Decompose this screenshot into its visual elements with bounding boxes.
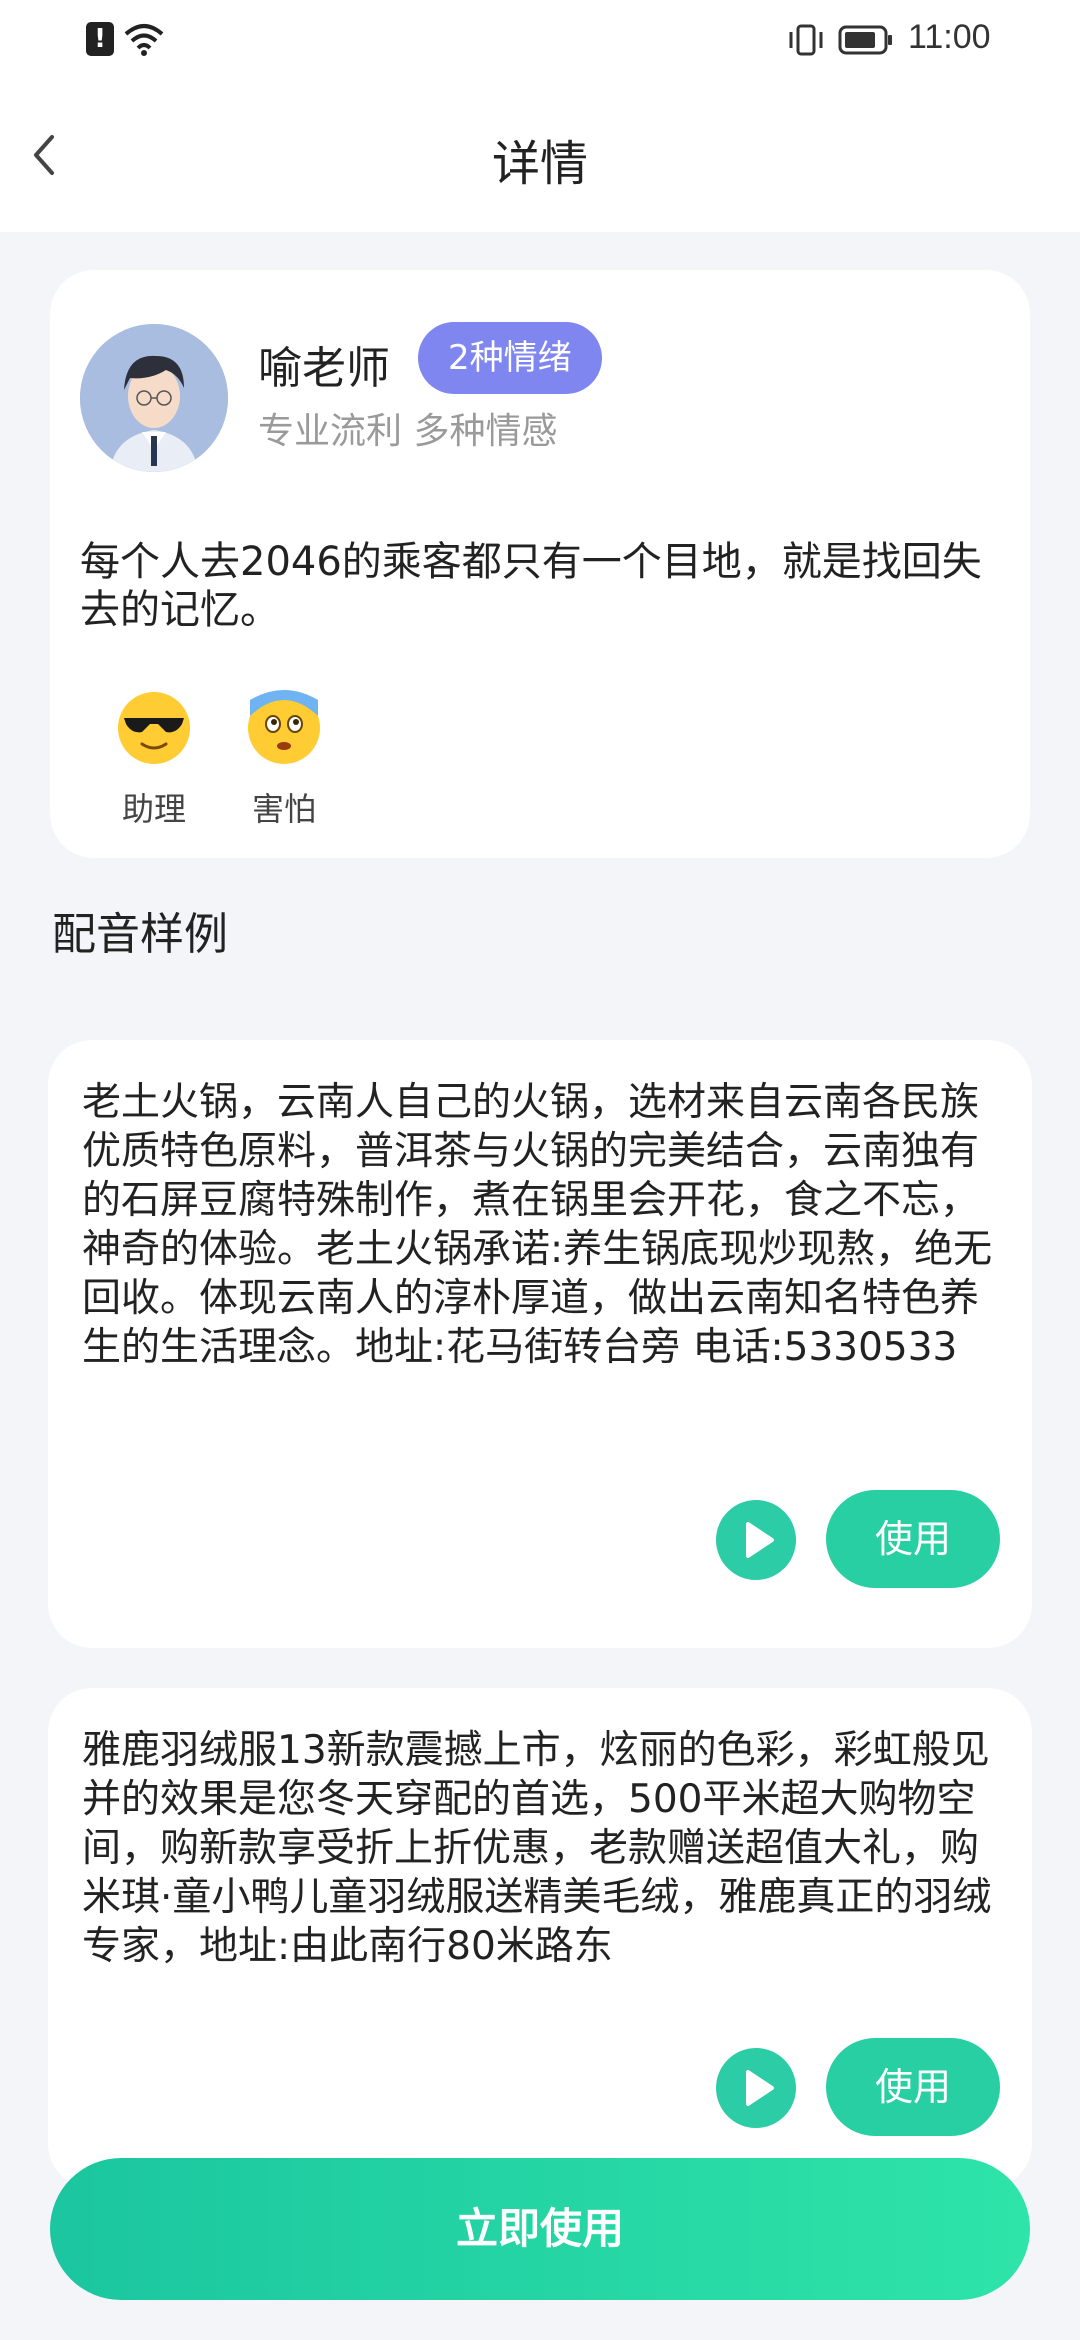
status-time: 11:00 <box>908 18 991 56</box>
emotion-count-badge: 2种情绪 <box>418 322 602 394</box>
section-title: 配音样例 <box>52 909 228 960</box>
fearful-emoji-icon <box>248 690 320 764</box>
voice-description: 专业流利 多种情感 <box>258 411 558 452</box>
emotion-item-assistant[interactable]: 助理 <box>98 690 210 830</box>
emotion-label: 助理 <box>121 790 186 828</box>
sample-text: 老土火锅，云南人自己的火锅，选材来自云南各民族优质特色原料，普洱茶与火锅的完美结… <box>82 1080 993 1370</box>
use-button[interactable]: 使用 <box>826 2038 1000 2136</box>
sample-card: 雅鹿羽绒服13新款震撼上市，炫丽的色彩，彩虹般见并的效果是您冬天穿配的首选，50… <box>48 1688 1032 2188</box>
use-button[interactable]: 使用 <box>826 1490 1000 1588</box>
page-title: 详情 <box>491 136 588 192</box>
wifi-icon <box>124 24 164 56</box>
vibrate-icon <box>789 24 823 56</box>
profile-quote: 每个人去2046的乘客都只有一个目地，就是找回失去的记忆。 <box>80 539 982 633</box>
use-now-button[interactable]: 立即使用 <box>50 2158 1030 2300</box>
status-bar: 11:00 <box>0 0 1080 80</box>
sunglasses-emoji-icon <box>118 692 190 764</box>
emotion-item-fear[interactable]: 害怕 <box>228 690 340 830</box>
emotion-label: 害怕 <box>251 790 316 828</box>
play-button[interactable] <box>716 2048 796 2128</box>
profile-card: 喻老师 2种情绪 专业流利 多种情感 每个人去2046的乘客都只有一个目地，就是… <box>50 270 1030 858</box>
play-icon <box>746 2070 774 2106</box>
teacher-name: 喻老师 <box>258 343 390 394</box>
avatar <box>80 324 228 472</box>
play-icon <box>746 1522 774 1558</box>
battery-icon <box>838 25 892 55</box>
navigation-bar: 详情 <box>0 80 1080 232</box>
alert-icon <box>86 22 114 56</box>
sample-text: 雅鹿羽绒服13新款震撼上市，炫丽的色彩，彩虹般见并的效果是您冬天穿配的首选，50… <box>82 1728 992 1969</box>
sample-card: 老土火锅，云南人自己的火锅，选材来自云南各民族优质特色原料，普洱茶与火锅的完美结… <box>48 1040 1032 1648</box>
play-button[interactable] <box>716 1500 796 1580</box>
